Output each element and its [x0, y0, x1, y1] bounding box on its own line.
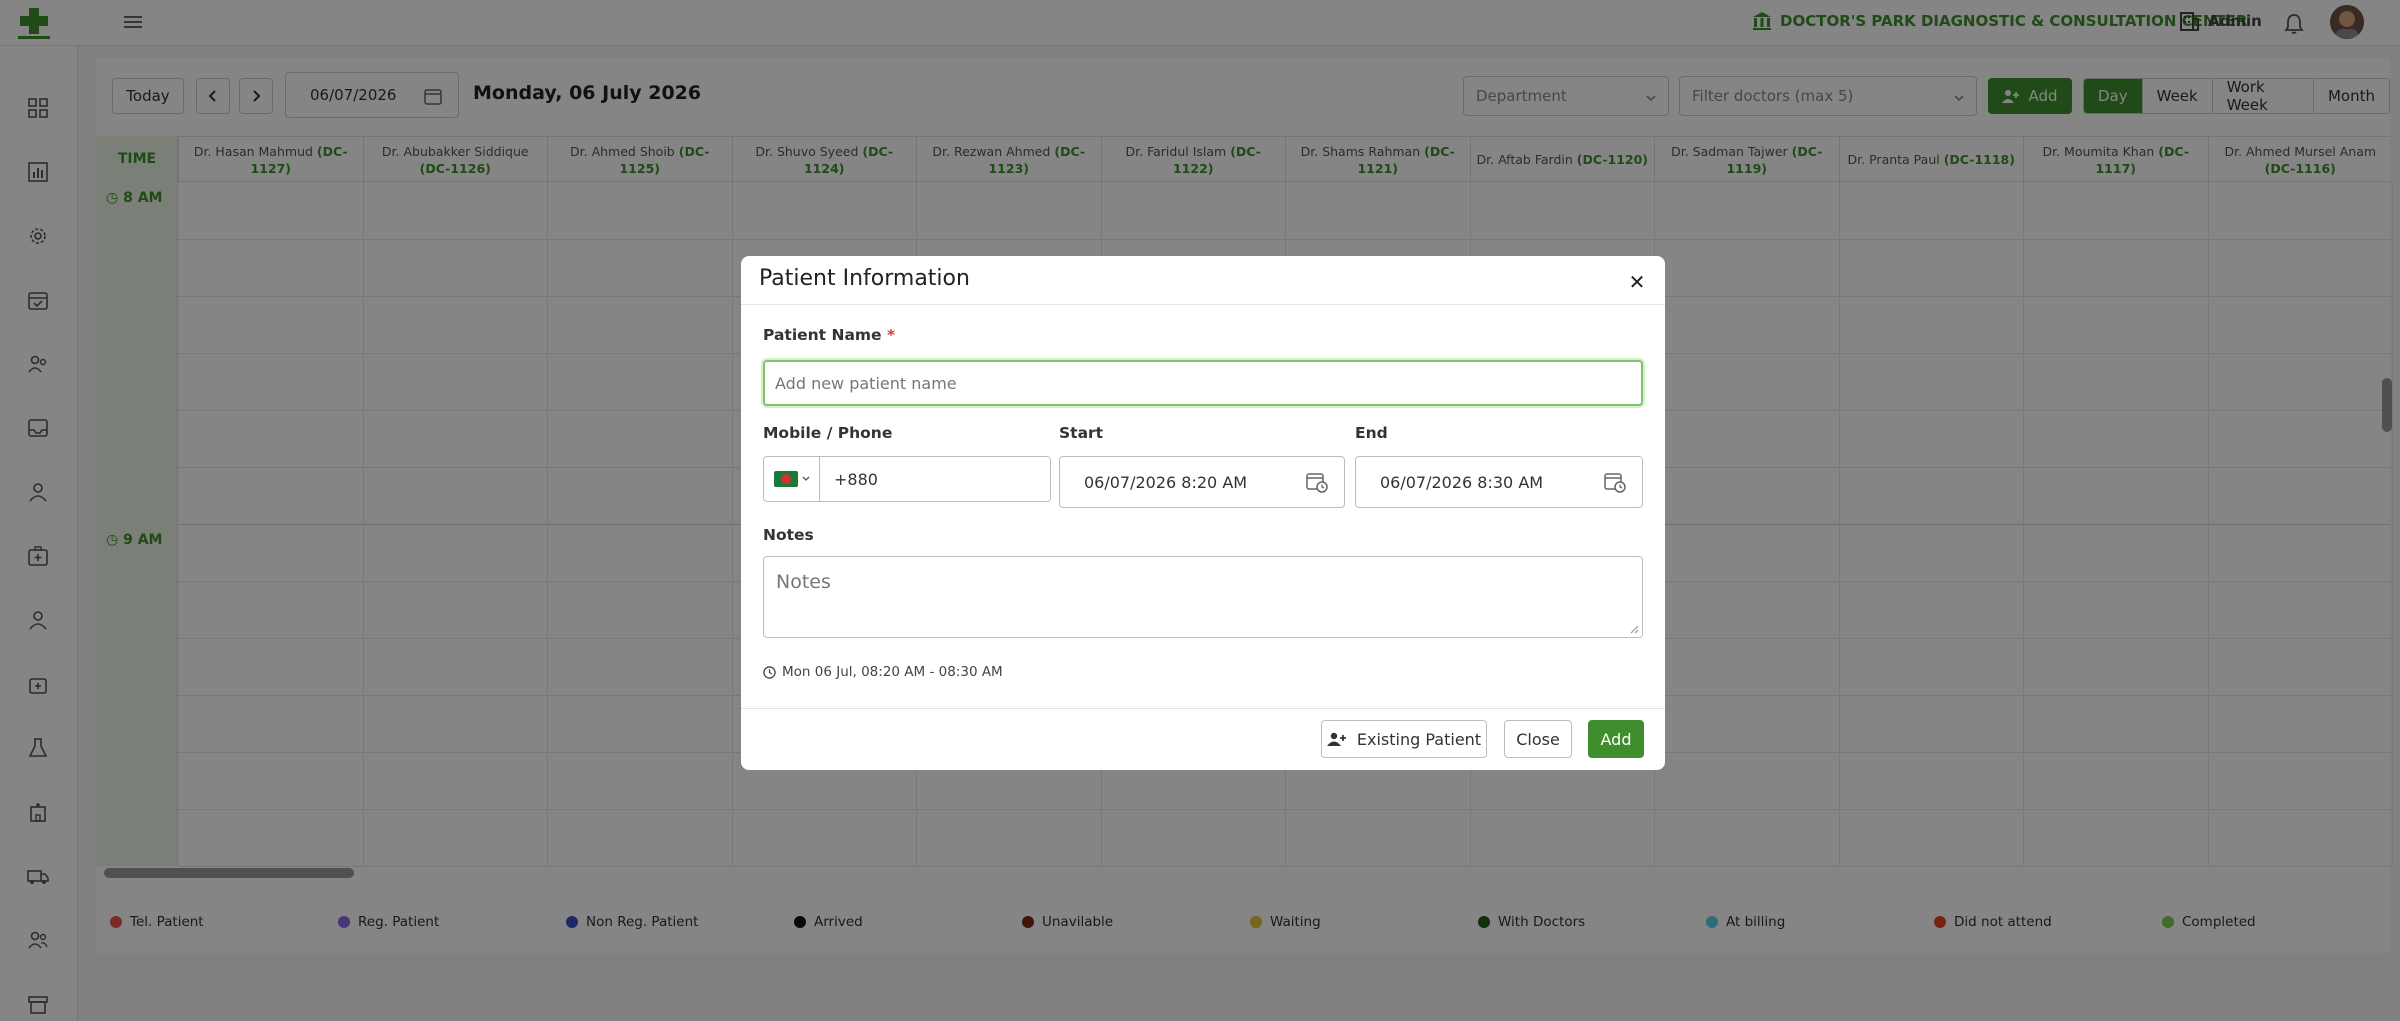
end-value: 06/07/2026 8:30 AM	[1380, 472, 1544, 492]
patient-information-dialog: Patient Information ✕ Patient Name * Add…	[741, 256, 1665, 770]
close-icon[interactable]: ✕	[1627, 272, 1647, 292]
end-label: End	[1355, 424, 1388, 442]
calendar-clock-icon[interactable]	[1306, 471, 1328, 493]
patient-name-label: Patient Name *	[763, 326, 896, 344]
dialog-title: Patient Information	[759, 266, 970, 291]
calendar-clock-icon[interactable]	[1604, 471, 1626, 493]
bangladesh-flag-icon	[773, 471, 798, 487]
patient-name-placeholder: Add new patient name	[775, 373, 957, 393]
clock-icon	[763, 665, 776, 679]
dialog-footer-divider	[741, 708, 1665, 709]
phone-label: Mobile / Phone	[763, 424, 893, 442]
chevron-down-icon	[802, 476, 809, 481]
dialog-header-divider	[741, 304, 1665, 305]
notes-textarea[interactable]: Notes	[763, 556, 1643, 638]
existing-patient-label: Existing Patient	[1356, 729, 1482, 749]
start-datetime-input[interactable]: 06/07/2026 8:20 AM	[1059, 456, 1345, 508]
add-patient-button[interactable]: Add	[1588, 720, 1644, 758]
patient-name-input[interactable]: Add new patient name	[763, 360, 1643, 406]
start-value: 06/07/2026 8:20 AM	[1084, 472, 1248, 492]
end-datetime-input[interactable]: 06/07/2026 8:30 AM	[1355, 456, 1643, 508]
notes-label: Notes	[763, 526, 814, 544]
start-label: Start	[1059, 424, 1104, 442]
close-button[interactable]: Close	[1504, 720, 1572, 758]
appointment-time-summary: Mon 06 Jul, 08:20 AM - 08:30 AM	[763, 664, 1003, 680]
phone-value: +880	[834, 469, 878, 489]
phone-input[interactable]: +880	[763, 456, 1051, 502]
existing-patient-button[interactable]: Existing Patient	[1321, 720, 1487, 758]
summary-text: Mon 06 Jul, 08:20 AM - 08:30 AM	[782, 664, 1003, 680]
add-user-icon	[1326, 732, 1346, 746]
country-code-select[interactable]	[764, 457, 820, 501]
resize-handle-icon[interactable]	[1629, 624, 1639, 634]
notes-placeholder: Notes	[776, 571, 831, 593]
